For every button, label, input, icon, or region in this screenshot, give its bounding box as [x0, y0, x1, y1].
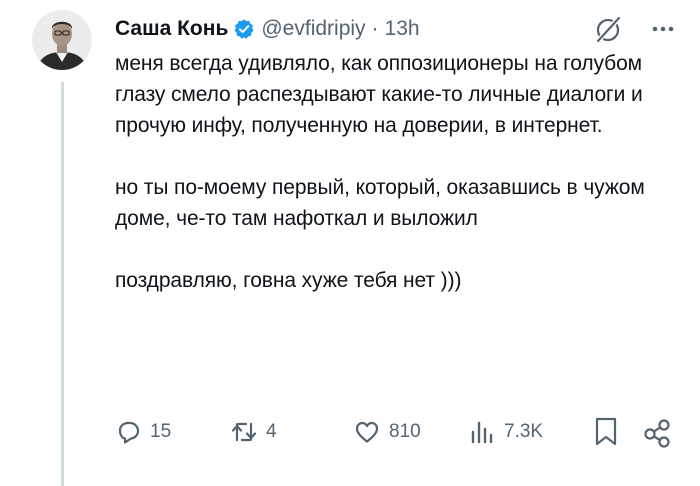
verified-badge-icon: [234, 19, 254, 39]
author-handle[interactable]: @evfidripiy: [261, 17, 365, 41]
more-icon[interactable]: [650, 18, 676, 40]
avatar[interactable]: [32, 10, 92, 70]
like-button[interactable]: 810: [353, 412, 421, 452]
thread-line: [61, 82, 64, 486]
action-bar: 15 4 810 7.3K: [110, 412, 690, 452]
tweet-paragraph: но ты по-моему первый, который, оказавши…: [115, 176, 645, 230]
reply-count: 15: [150, 421, 172, 442]
tweet-header: Саша Конь @evfidripiy · 13h: [115, 14, 680, 44]
like-count: 810: [389, 421, 421, 442]
avatar-photo: [32, 10, 92, 70]
bookmark-icon[interactable]: [592, 416, 620, 448]
views-count: 7.3K: [504, 421, 544, 442]
like-icon: [355, 421, 379, 443]
author-name[interactable]: Саша Конь: [115, 17, 228, 41]
tweet-paragraph: поздравляю, говна хуже тебя нет ))): [115, 269, 462, 292]
reply-icon: [118, 421, 140, 444]
share-icon[interactable]: [642, 418, 672, 448]
separator-dot: ·: [371, 17, 379, 40]
repost-button[interactable]: 4: [230, 412, 277, 452]
tweet-text: меня всегда удивляло, как оппозиционеры …: [115, 48, 695, 327]
repost-icon: [231, 422, 257, 442]
tweet-paragraph: меня всегда удивляло, как оппозиционеры …: [115, 52, 643, 137]
repost-count: 4: [266, 421, 277, 442]
reply-button[interactable]: 15: [114, 412, 171, 452]
views-icon: [471, 421, 493, 444]
grok-icon[interactable]: [594, 16, 622, 44]
tweet-time[interactable]: 13h: [385, 17, 420, 41]
views-button[interactable]: 7.3K: [468, 412, 543, 452]
